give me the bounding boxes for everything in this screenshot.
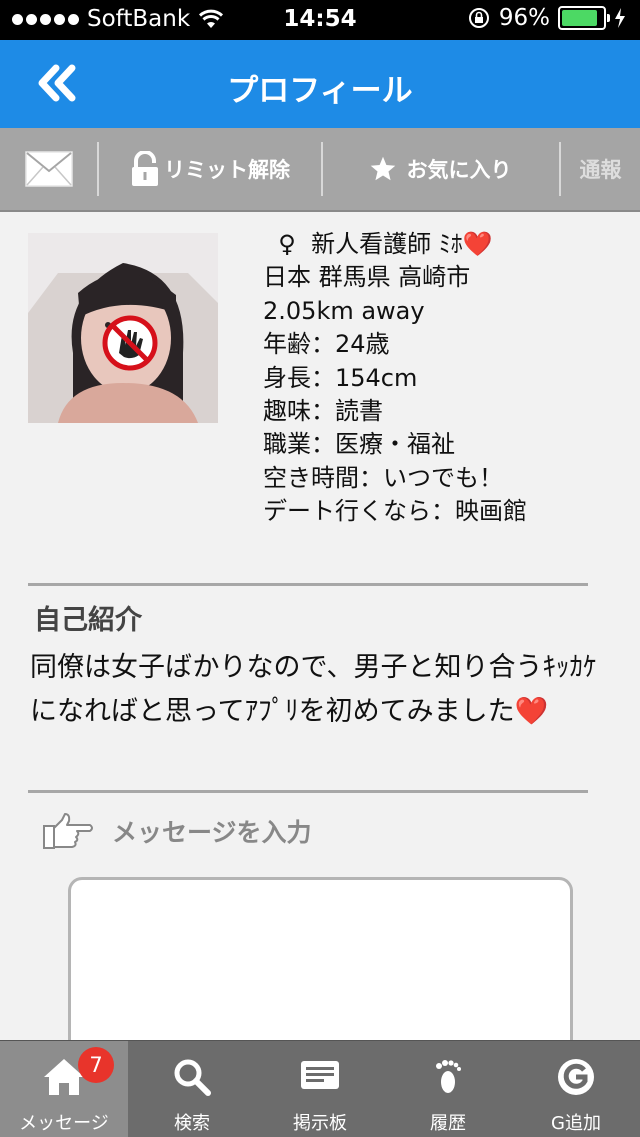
board-icon xyxy=(301,1061,339,1089)
profile-free-time: 空き時間：いつでも！ xyxy=(263,463,503,492)
profile-job: 職業：医療・福祉 xyxy=(263,430,455,459)
tab-board[interactable]: 掲示板 xyxy=(256,1041,384,1137)
heart-icon: ❤️ xyxy=(514,696,549,727)
intro-text: 同僚は女子ばかりなので、男子と知り合うｷｯｶｹになればと思ってｱﾌﾟﾘを初めてみ… xyxy=(30,646,615,734)
report-label: 通報 xyxy=(579,158,622,182)
pointing-hand-icon xyxy=(43,813,93,849)
profile-location: 日本 群馬県 高崎市 xyxy=(263,263,471,292)
gender-symbol: ♀ xyxy=(278,230,296,258)
profile-height: 身長：154cm xyxy=(263,363,418,392)
star-icon xyxy=(370,156,395,181)
no-touch-icon xyxy=(102,315,158,371)
message-label: メッセージを入力 xyxy=(112,818,312,847)
favorite-label: お気に入り xyxy=(406,158,512,182)
profile-name: 新人看護師 ﾐﾎ xyxy=(311,230,463,258)
g-icon xyxy=(558,1059,594,1095)
profile-hobby: 趣味：読書 xyxy=(263,397,383,426)
profile-date-spot: デート行くなら：映画館 xyxy=(263,497,527,526)
action-bar: リミット解除 お気に入り 通報 xyxy=(0,128,640,212)
navigation-bar: プロフィール xyxy=(0,40,640,128)
message-label-row: メッセージを入力 xyxy=(42,812,312,850)
tab-label: 検索 xyxy=(174,1113,210,1134)
battery-percent: 96% xyxy=(498,5,550,31)
mail-icon xyxy=(25,151,73,187)
tab-search[interactable]: 検索 xyxy=(128,1041,256,1137)
limit-release-label: リミット解除 xyxy=(164,158,290,182)
intro-title: 自己紹介 xyxy=(34,605,142,636)
footprint-icon xyxy=(436,1060,461,1093)
charging-icon xyxy=(615,8,625,28)
heart-icon: ❤️ xyxy=(462,230,493,258)
lock-open-icon xyxy=(132,151,158,186)
profile-photo[interactable] xyxy=(28,233,218,423)
battery-info: 96% xyxy=(467,5,626,31)
unread-badge: 7 xyxy=(78,1047,114,1083)
mail-button[interactable] xyxy=(0,128,98,210)
tab-g-add[interactable]: G追加 xyxy=(512,1041,640,1137)
divider xyxy=(28,583,588,586)
tab-label: 履歴 xyxy=(430,1113,466,1134)
search-icon xyxy=(174,1059,211,1096)
profile-age: 年齢：24歳 xyxy=(263,330,390,359)
profile-info: ♀ 新人看護師 ﾐﾎ❤️ 日本 群馬県 高崎市 2.05km away 年齢：2… xyxy=(263,228,527,529)
battery-icon xyxy=(558,6,610,30)
tab-bar: 7 メッセージ 検索 掲示板 履歴 G追加 xyxy=(0,1040,640,1137)
intro-body: 同僚は女子ばかりなので、男子と知り合うｷｯｶｹになればと思ってｱﾌﾟﾘを初めてみ… xyxy=(30,652,597,727)
divider xyxy=(28,790,588,793)
limit-release-button[interactable]: リミット解除 xyxy=(99,128,321,210)
report-button[interactable]: 通報 xyxy=(561,128,640,210)
tab-label: 掲示板 xyxy=(293,1113,347,1134)
status-bar: SoftBank 14:54 96% xyxy=(0,0,640,40)
tab-history[interactable]: 履歴 xyxy=(384,1041,512,1137)
tab-label: メッセージ xyxy=(19,1113,109,1134)
orientation-lock-icon xyxy=(468,8,489,28)
profile-name-line: ♀ 新人看護師 ﾐﾎ❤️ xyxy=(263,228,527,261)
tab-label: G追加 xyxy=(551,1113,601,1134)
profile-distance: 2.05km away xyxy=(263,296,425,325)
favorite-button[interactable]: お気に入り xyxy=(323,128,557,210)
page-title: プロフィール xyxy=(227,73,413,109)
tab-message[interactable]: 7 メッセージ xyxy=(0,1041,128,1137)
